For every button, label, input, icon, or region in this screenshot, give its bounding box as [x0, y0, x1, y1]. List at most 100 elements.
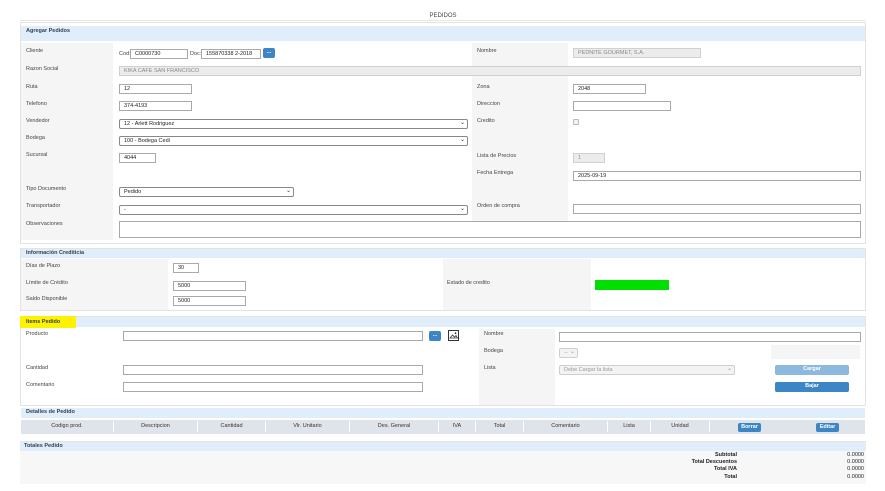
detalles-pedido-header: Detalles de Pedido — [21, 408, 865, 418]
item-nombre-label: Nombre — [484, 331, 504, 337]
doc-label: Doc: — [190, 51, 202, 57]
items-pedido-header: Items Pedido — [26, 319, 61, 325]
ruta-input[interactable]: 12 — [119, 84, 192, 94]
items-pedido-band — [21, 317, 865, 327]
column-header: Comentario — [524, 421, 608, 432]
ruta-label: Ruta — [26, 84, 38, 90]
transportador-select-value: - — [124, 207, 126, 213]
producto-input[interactable] — [123, 331, 423, 341]
transportador-select[interactable]: - ⌄ — [119, 205, 468, 215]
limite-credito-input[interactable]: 5000 — [173, 281, 246, 291]
column-header: Vlr. Unitario — [266, 421, 350, 432]
limite-credito-label: Límite de Crédito — [26, 280, 68, 286]
saldo-disponible-input[interactable]: 5000 — [173, 296, 246, 306]
item-bodega-select-value: -- — [564, 350, 568, 356]
column-header: Unidad — [651, 421, 710, 432]
item-lista-select-value: Debe Cargar la lista — [564, 367, 613, 373]
cliente-label: Cliente — [26, 48, 44, 54]
zona-label: Zona — [477, 84, 490, 90]
totales-area — [20, 451, 866, 484]
orden-compra-input[interactable] — [573, 204, 861, 214]
total-descuentos-value: 0.0000 — [847, 459, 864, 465]
fecha-entrega-input[interactable]: 2025-09-19 — [573, 171, 861, 181]
direccion-input[interactable] — [573, 101, 671, 111]
telefono-label: Telefono — [26, 101, 47, 107]
tipo-documento-select[interactable]: Pedido ⌄ — [119, 187, 294, 197]
agregar-pedidos-header: Agregar Pedidos — [21, 26, 865, 41]
lista-precios-label: Lista de Precios — [477, 153, 517, 159]
telefono-input[interactable]: 374-4193 — [119, 101, 192, 111]
observaciones-textarea[interactable] — [119, 221, 861, 238]
chevron-down-icon: ⌄ — [726, 366, 732, 372]
dias-plazo-input[interactable]: 30 — [173, 263, 199, 273]
fecha-entrega-label: Fecha Entrega — [477, 170, 514, 176]
saldo-disponible-label: Saldo Disponible — [26, 296, 68, 302]
estado-credito-label: Estado de credito — [447, 280, 490, 286]
item-bodega-select[interactable]: -- ⌄ — [559, 348, 578, 358]
column-header: IVA — [439, 421, 476, 432]
bodega-select[interactable]: 100 - Bodega Cedi ⌄ — [119, 136, 468, 146]
dias-plazo-label: Días de Plazo — [26, 263, 61, 269]
sucursal-input[interactable]: 4044 — [119, 153, 156, 163]
tipo-documento-select-value: Pedido — [124, 189, 142, 195]
editar-button[interactable]: Editar — [816, 423, 839, 432]
cantidad-input[interactable] — [123, 365, 423, 375]
observaciones-label: Observaciones — [26, 221, 63, 227]
cod-input[interactable]: C0000730 — [130, 49, 188, 59]
razon-social-label: Razon Social — [26, 66, 59, 72]
column-header: Total — [476, 421, 524, 432]
column-header: Des. General — [350, 421, 439, 432]
nombre-input[interactable]: PEDNITE GOURMET, S.A. — [573, 48, 701, 58]
vendedor-label: Vendedor — [26, 118, 50, 124]
cantidad-label: Cantidad — [26, 365, 49, 371]
column-header: Cantidad — [198, 421, 266, 432]
doc-input[interactable]: 155870338 2-2018 — [201, 49, 261, 59]
comentario-label: Comentario — [26, 382, 55, 388]
total-descuentos-label: Total Descuentos — [691, 459, 737, 465]
total-value: 0.0000 — [847, 474, 864, 480]
item-lista-label: Lista — [484, 365, 496, 371]
detalles-table-header: Codigo prod. Descripcion Cantidad Vlr. U… — [21, 420, 865, 434]
left-label-column — [21, 43, 113, 240]
tipo-documento-label: Tipo Documento — [26, 186, 67, 192]
comentario-input[interactable] — [123, 382, 423, 392]
cliente-lookup-button[interactable]: ... — [263, 48, 275, 58]
image-icon[interactable] — [448, 330, 459, 341]
bodega-select-value: 100 - Bodega Cedi — [124, 138, 170, 144]
chevron-down-icon: ⌄ — [459, 137, 465, 143]
subtotal-label: Subtotal — [715, 452, 737, 458]
chevron-down-icon: ⌄ — [459, 206, 465, 212]
bodega-label: Bodega — [26, 135, 45, 141]
item-nombre-input[interactable] — [559, 332, 861, 342]
borrar-button[interactable]: Borrar — [738, 423, 761, 432]
producto-lookup-button[interactable]: ... — [429, 331, 441, 341]
column-header: Codigo prod. — [21, 421, 114, 432]
chevron-down-icon: ⌄ — [569, 349, 575, 355]
item-lista-select[interactable]: Debe Cargar la lista ⌄ — [559, 365, 735, 375]
credito-label: Credito — [477, 118, 495, 124]
subtotal-value: 0.0000 — [847, 452, 864, 458]
cod-label: Cod: — [119, 51, 131, 57]
total-iva-label: Total IVA — [713, 466, 737, 472]
totales-pedido-header: Totales Pedido — [20, 442, 866, 451]
vendedor-select[interactable]: 12 - Arlett Rodriguez ⌄ — [119, 119, 468, 129]
bodega-info-cell — [771, 345, 860, 359]
nombre-label: Nombre — [477, 48, 497, 54]
cargar-button[interactable]: Cargar — [775, 365, 849, 375]
chevron-down-icon: ⌄ — [459, 120, 465, 126]
informacion-crediticia-header: Información Crediticia — [21, 249, 865, 258]
producto-label: Producto — [26, 331, 49, 337]
column-header: Lista — [608, 421, 651, 432]
zona-input[interactable]: 2048 — [573, 84, 646, 94]
credito-checkbox[interactable] — [573, 119, 579, 125]
direccion-label: Direccion — [477, 101, 500, 107]
transportador-label: Transportador — [26, 203, 61, 209]
bajar-button[interactable]: Bajar — [775, 382, 849, 392]
lista-precios-input[interactable]: 1 — [573, 153, 605, 163]
orden-compra-label: Orden de compra — [477, 203, 520, 209]
total-label: Total — [724, 474, 737, 480]
total-iva-value: 0.0000 — [847, 466, 864, 472]
razon-social-input[interactable]: KIKA CAFE SAN FRANCISCO — [119, 66, 861, 76]
sucursal-label: Sucursal — [26, 152, 48, 158]
items-pedido-panel — [20, 316, 866, 406]
